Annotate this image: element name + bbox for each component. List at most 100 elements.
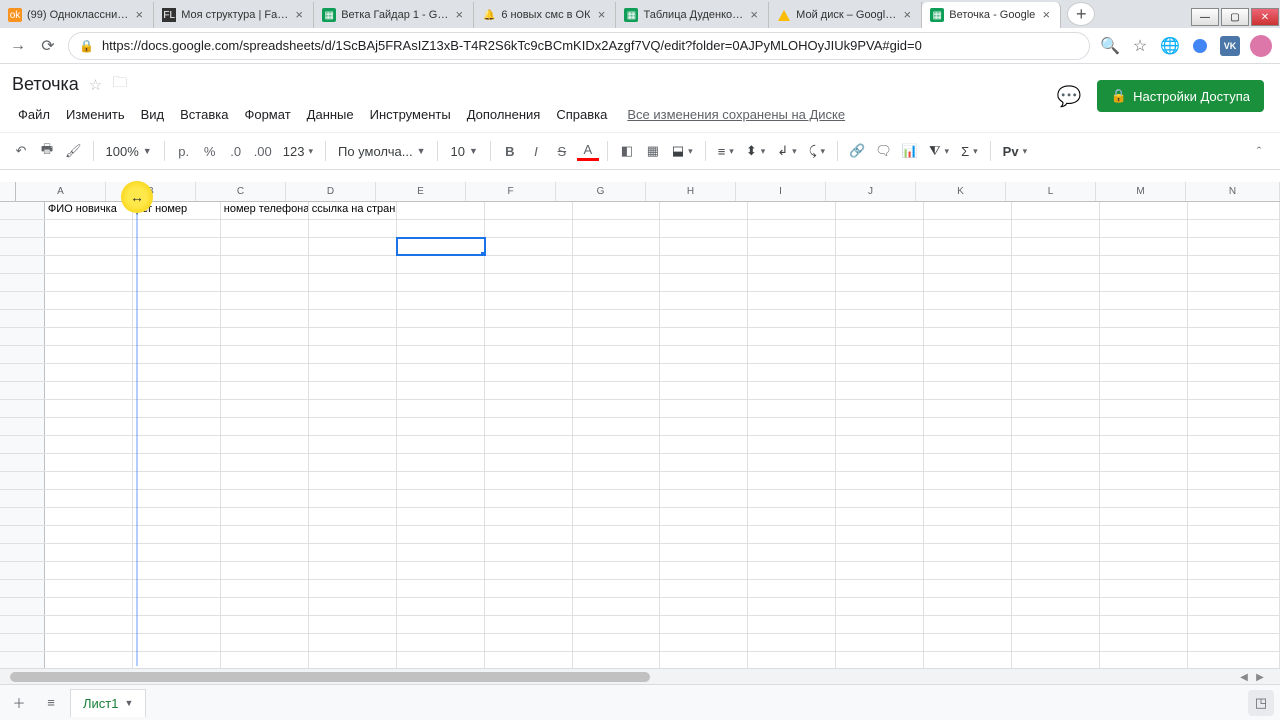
cell[interactable] (133, 418, 221, 435)
cell[interactable] (1188, 436, 1280, 453)
cell[interactable] (1188, 526, 1280, 543)
cell[interactable] (1188, 256, 1280, 273)
cell[interactable] (485, 634, 573, 651)
cell[interactable] (1100, 418, 1188, 435)
window-close-button[interactable]: ✕ (1251, 8, 1279, 26)
cell[interactable] (485, 562, 573, 579)
cell[interactable] (309, 400, 397, 417)
row-header[interactable] (0, 544, 45, 561)
cell[interactable] (45, 562, 133, 579)
cell[interactable] (836, 382, 924, 399)
cell[interactable] (573, 328, 661, 345)
cell[interactable] (133, 220, 221, 237)
cell[interactable] (133, 508, 221, 525)
vk-extension-icon[interactable]: VK (1220, 36, 1240, 56)
cell[interactable] (1100, 634, 1188, 651)
cell[interactable] (573, 454, 661, 471)
cell[interactable] (748, 436, 836, 453)
cell[interactable] (924, 220, 1012, 237)
cell[interactable] (1012, 616, 1100, 633)
cell[interactable] (1188, 202, 1280, 219)
cell[interactable] (485, 220, 573, 237)
cell[interactable] (1188, 382, 1280, 399)
row-header[interactable] (0, 598, 45, 615)
cell[interactable] (1100, 400, 1188, 417)
cell[interactable] (1012, 382, 1100, 399)
cell[interactable] (1100, 580, 1188, 597)
cell[interactable] (133, 580, 221, 597)
cell[interactable] (221, 220, 309, 237)
row-header[interactable] (0, 508, 45, 525)
cell[interactable] (573, 544, 661, 561)
cell[interactable] (221, 256, 309, 273)
sheet-tab[interactable]: Лист1 ▼ (70, 689, 146, 717)
cell[interactable] (748, 292, 836, 309)
spreadsheet-grid[interactable]: ABCDEFGHIJKLMN ФИО новичкарег номерномер… (0, 182, 1280, 684)
cell[interactable] (924, 652, 1012, 669)
cell[interactable] (221, 364, 309, 381)
cell[interactable] (660, 490, 748, 507)
column-header-F[interactable]: F (466, 182, 556, 201)
cell[interactable] (1012, 508, 1100, 525)
cell[interactable] (1012, 346, 1100, 363)
cell[interactable] (748, 490, 836, 507)
cell[interactable] (485, 418, 573, 435)
cell[interactable] (1012, 598, 1100, 615)
cell[interactable] (485, 436, 573, 453)
cell[interactable] (397, 310, 485, 327)
cell[interactable] (573, 220, 661, 237)
cell[interactable] (309, 616, 397, 633)
cell[interactable] (1100, 472, 1188, 489)
cell[interactable] (1012, 454, 1100, 471)
cell[interactable] (924, 436, 1012, 453)
cell[interactable] (1012, 400, 1100, 417)
cell[interactable] (748, 508, 836, 525)
cell[interactable] (485, 364, 573, 381)
cell[interactable] (748, 526, 836, 543)
cell[interactable] (1188, 220, 1280, 237)
minimize-button[interactable]: — (1191, 8, 1219, 26)
forward-icon[interactable]: → (8, 37, 28, 55)
extension-globe-icon[interactable]: 🌐 (1160, 36, 1180, 56)
cell[interactable] (573, 472, 661, 489)
cell[interactable] (309, 256, 397, 273)
cell[interactable] (309, 652, 397, 669)
cell[interactable] (1100, 310, 1188, 327)
tab-close-icon[interactable]: × (595, 9, 607, 21)
cell[interactable] (133, 454, 221, 471)
cell[interactable] (133, 310, 221, 327)
cell[interactable] (924, 238, 1012, 255)
cell[interactable] (573, 418, 661, 435)
cell[interactable] (397, 472, 485, 489)
column-header-N[interactable]: N (1186, 182, 1280, 201)
cell[interactable] (485, 580, 573, 597)
sheet-menu-icon[interactable]: ▼ (124, 698, 133, 708)
cell[interactable] (924, 256, 1012, 273)
cell[interactable] (660, 454, 748, 471)
cell[interactable] (836, 256, 924, 273)
cell[interactable] (1012, 310, 1100, 327)
cell[interactable] (836, 454, 924, 471)
cell[interactable] (660, 256, 748, 273)
cell[interactable] (660, 364, 748, 381)
cell[interactable] (221, 580, 309, 597)
cell[interactable] (45, 292, 133, 309)
cell[interactable] (397, 562, 485, 579)
cell[interactable] (1188, 634, 1280, 651)
cell[interactable] (221, 238, 309, 255)
cell[interactable] (45, 436, 133, 453)
cell[interactable] (1100, 382, 1188, 399)
cell[interactable] (309, 238, 397, 255)
cell[interactable] (221, 508, 309, 525)
row-header[interactable] (0, 454, 45, 471)
menu-tools[interactable]: Инструменты (364, 103, 457, 126)
cell[interactable] (221, 310, 309, 327)
cell[interactable] (133, 634, 221, 651)
cell[interactable] (924, 508, 1012, 525)
cell[interactable] (221, 652, 309, 669)
cell[interactable] (221, 490, 309, 507)
cell[interactable] (660, 436, 748, 453)
row-header[interactable] (0, 562, 45, 579)
cell[interactable] (1012, 256, 1100, 273)
cell[interactable] (1188, 238, 1280, 255)
